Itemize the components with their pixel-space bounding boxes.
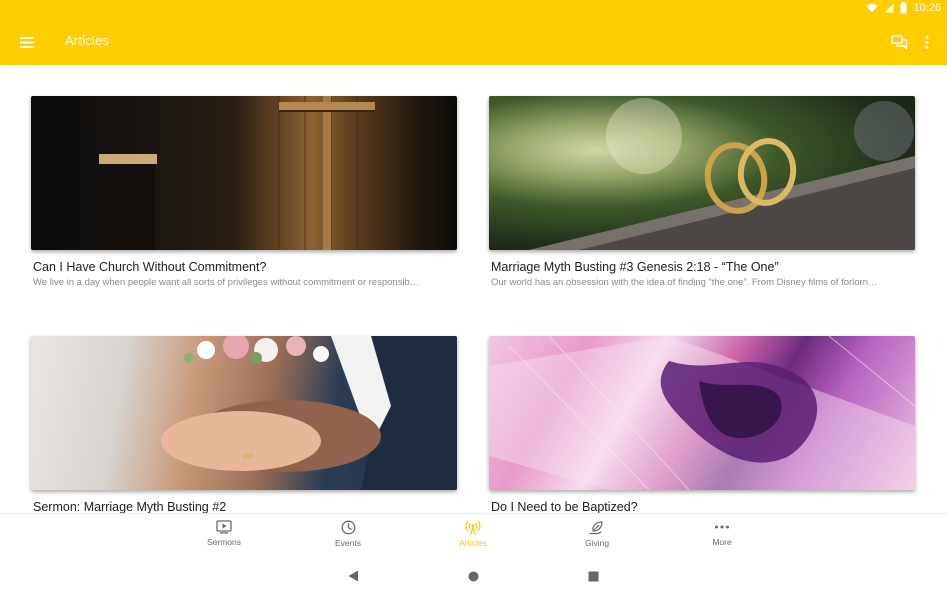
battery-icon xyxy=(900,2,907,14)
clock-time: 10:26 xyxy=(913,2,941,14)
article-card[interactable]: Can I Have Church Without Commitment? We… xyxy=(31,96,457,288)
nav-label: Events xyxy=(335,538,361,548)
article-title: Sermon: Marriage Myth Busting #2 xyxy=(33,500,227,513)
article-thumbnail xyxy=(31,336,457,490)
more-vert-icon xyxy=(925,35,929,49)
article-description: We live in a day when people want all so… xyxy=(33,277,420,288)
article-card[interactable]: Sermon: Marriage Myth Busting #2 xyxy=(31,336,457,513)
article-thumbnail xyxy=(489,96,915,250)
back-triangle-icon xyxy=(348,570,358,582)
recents-button[interactable] xyxy=(585,568,601,584)
app-screen: 10:26 Articles Can I Have Church Without… xyxy=(0,0,947,592)
broadcast-icon xyxy=(465,520,481,535)
nav-label: Sermons xyxy=(206,537,241,547)
play-screen-icon xyxy=(216,520,232,534)
system-navigation-bar xyxy=(0,558,947,592)
back-button[interactable] xyxy=(345,568,361,584)
article-title: Do I Need to be Baptized? xyxy=(491,500,638,513)
article-title: Can I Have Church Without Commitment? xyxy=(33,260,267,274)
nav-item-events[interactable]: Events xyxy=(313,520,383,556)
articles-grid: Can I Have Church Without Commitment? We… xyxy=(0,65,947,513)
status-bar: 10:26 xyxy=(0,0,947,18)
chat-button[interactable] xyxy=(887,30,911,54)
nav-label: Giving xyxy=(584,538,610,548)
app-bar: Articles xyxy=(0,18,947,65)
more-horiz-icon xyxy=(715,525,729,529)
chat-bubbles-icon xyxy=(890,34,907,49)
home-button[interactable] xyxy=(465,568,481,584)
recents-square-icon xyxy=(588,571,598,581)
nav-label: Articles xyxy=(459,538,487,548)
home-circle-icon xyxy=(468,571,478,581)
nav-item-articles[interactable]: Articles xyxy=(438,520,508,556)
page-title: Articles xyxy=(65,33,110,48)
article-thumbnail xyxy=(31,96,457,250)
leaf-hand-icon xyxy=(589,521,603,535)
wifi-icon xyxy=(866,3,878,13)
article-description: Our world has an obsession with the idea… xyxy=(491,277,878,288)
article-card[interactable]: Do I Need to be Baptized? xyxy=(489,336,915,513)
bottom-navigation: Sermons Events Articles Giving More xyxy=(0,513,947,558)
menu-button[interactable] xyxy=(14,30,40,54)
nav-item-more[interactable]: More xyxy=(687,520,757,556)
article-title: Marriage Myth Busting #3 Genesis 2:18 - … xyxy=(491,260,779,274)
overflow-menu-button[interactable] xyxy=(917,30,937,54)
nav-item-giving[interactable]: Giving xyxy=(562,520,632,556)
article-card[interactable]: Marriage Myth Busting #3 Genesis 2:18 - … xyxy=(489,96,915,288)
hamburger-menu-icon xyxy=(20,36,34,48)
status-icons: 10:26 xyxy=(866,2,941,14)
nav-label: More xyxy=(712,537,732,547)
article-thumbnail xyxy=(489,336,915,490)
clock-icon xyxy=(341,520,355,535)
signal-icon xyxy=(884,3,894,13)
nav-item-sermons[interactable]: Sermons xyxy=(189,520,259,556)
